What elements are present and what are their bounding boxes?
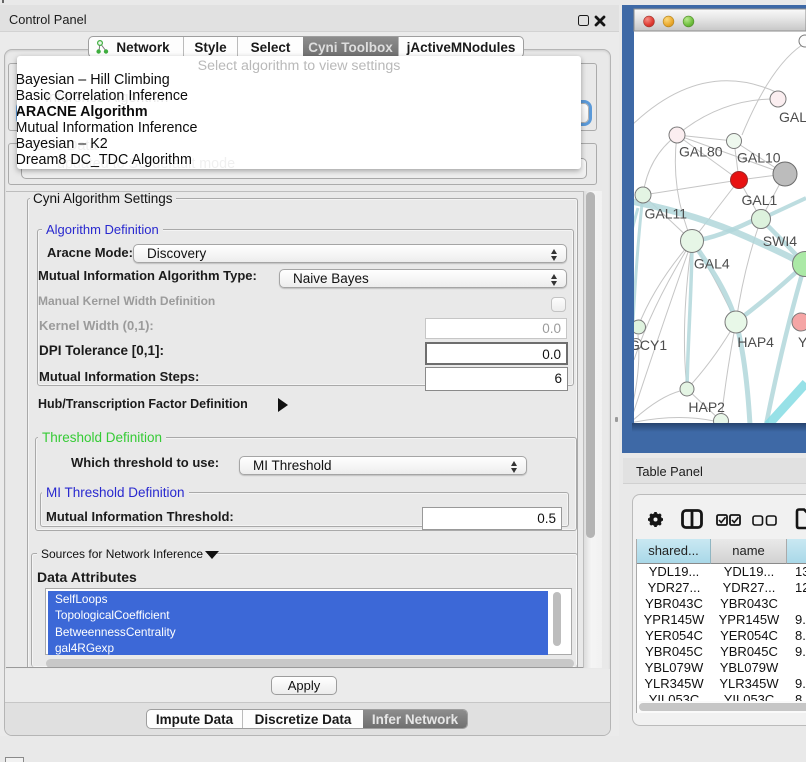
- svg-text:YM: YM: [798, 334, 806, 350]
- svg-text:GAL80: GAL80: [679, 144, 723, 160]
- svg-text:GAL1: GAL1: [742, 192, 778, 208]
- svg-text:GAL10: GAL10: [737, 150, 781, 166]
- svg-text:SWI4: SWI4: [763, 233, 797, 249]
- svg-text:HAP4: HAP4: [737, 334, 774, 350]
- svg-text:GAL11: GAL11: [645, 206, 688, 222]
- svg-text:HAP2: HAP2: [688, 399, 725, 415]
- svg-text:GAL4: GAL4: [694, 256, 730, 272]
- svg-text:GAL7: GAL7: [779, 109, 806, 125]
- svg-text:GCY1: GCY1: [629, 337, 667, 353]
